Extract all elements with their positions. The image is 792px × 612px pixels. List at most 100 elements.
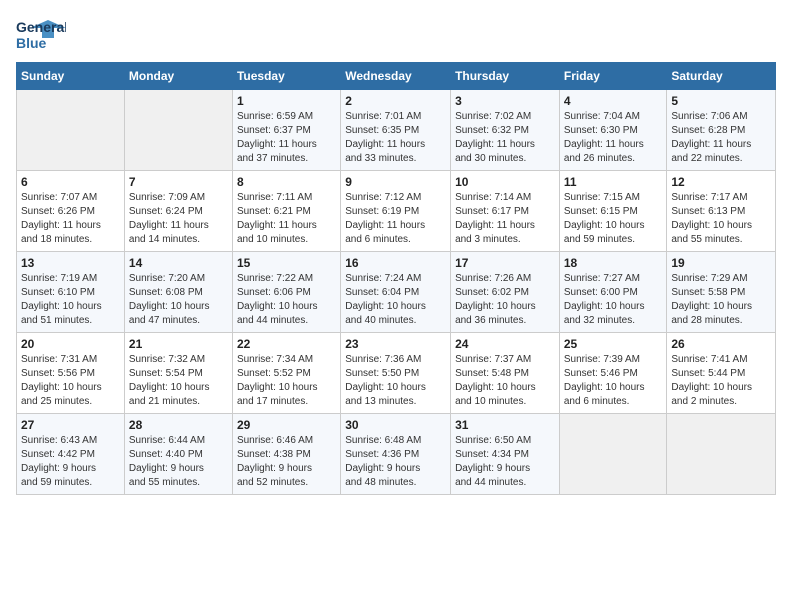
day-header-tuesday: Tuesday: [232, 63, 340, 90]
day-number: 23: [345, 337, 446, 351]
day-info: Sunrise: 7:19 AM Sunset: 6:10 PM Dayligh…: [21, 272, 120, 328]
day-info: Sunrise: 7:20 AM Sunset: 6:08 PM Dayligh…: [129, 272, 228, 328]
day-number: 14: [129, 256, 228, 270]
day-info: Sunrise: 6:43 AM Sunset: 4:42 PM Dayligh…: [21, 434, 120, 490]
day-info: Sunrise: 7:02 AM Sunset: 6:32 PM Dayligh…: [455, 110, 555, 166]
day-number: 1: [237, 94, 336, 108]
day-info: Sunrise: 7:37 AM Sunset: 5:48 PM Dayligh…: [455, 353, 555, 409]
calendar-cell: [559, 414, 667, 495]
calendar-cell: 31 Sunrise: 6:50 AM Sunset: 4:34 PM Dayli…: [451, 414, 560, 495]
day-info: Sunrise: 6:50 AM Sunset: 4:34 PM Dayligh…: [455, 434, 555, 490]
day-info: Sunrise: 7:29 AM Sunset: 5:58 PM Dayligh…: [671, 272, 771, 328]
calendar-cell: 29 Sunrise: 6:46 AM Sunset: 4:38 PM Dayli…: [232, 414, 340, 495]
day-number: 25: [564, 337, 663, 351]
day-info: Sunrise: 7:26 AM Sunset: 6:02 PM Dayligh…: [455, 272, 555, 328]
calendar-cell: 11 Sunrise: 7:15 AM Sunset: 6:15 PM Dayli…: [559, 171, 667, 252]
logo: GeneralBlue: [16, 16, 66, 54]
svg-text:Blue: Blue: [16, 35, 47, 51]
day-info: Sunrise: 7:39 AM Sunset: 5:46 PM Dayligh…: [564, 353, 663, 409]
calendar-cell: 6 Sunrise: 7:07 AM Sunset: 6:26 PM Daylig…: [17, 171, 125, 252]
day-info: Sunrise: 7:34 AM Sunset: 5:52 PM Dayligh…: [237, 353, 336, 409]
logo-svg: GeneralBlue: [16, 16, 66, 54]
day-number: 17: [455, 256, 555, 270]
day-number: 11: [564, 175, 663, 189]
days-header-row: SundayMondayTuesdayWednesdayThursdayFrid…: [17, 63, 776, 90]
calendar-cell: 27 Sunrise: 6:43 AM Sunset: 4:42 PM Dayli…: [17, 414, 125, 495]
calendar-cell: 25 Sunrise: 7:39 AM Sunset: 5:46 PM Dayli…: [559, 333, 667, 414]
day-number: 5: [671, 94, 771, 108]
day-number: 28: [129, 418, 228, 432]
calendar-cell: [124, 90, 232, 171]
day-number: 10: [455, 175, 555, 189]
calendar-cell: 21 Sunrise: 7:32 AM Sunset: 5:54 PM Dayli…: [124, 333, 232, 414]
calendar-cell: 12Sunrise: 7:17 AM Sunset: 6:13 PM Dayli…: [667, 171, 776, 252]
day-info: Sunrise: 7:22 AM Sunset: 6:06 PM Dayligh…: [237, 272, 336, 328]
calendar-cell: 19 Sunrise: 7:29 AM Sunset: 5:58 PM Dayli…: [667, 252, 776, 333]
day-info: Sunrise: 7:01 AM Sunset: 6:35 PM Dayligh…: [345, 110, 446, 166]
day-info: Sunrise: 7:31 AM Sunset: 5:56 PM Dayligh…: [21, 353, 120, 409]
calendar-cell: 30 Sunrise: 6:48 AM Sunset: 4:36 PM Dayli…: [341, 414, 451, 495]
day-number: 27: [21, 418, 120, 432]
svg-text:General: General: [16, 19, 66, 35]
calendar-cell: 15 Sunrise: 7:22 AM Sunset: 6:06 PM Dayli…: [232, 252, 340, 333]
day-info: Sunrise: 7:36 AM Sunset: 5:50 PM Dayligh…: [345, 353, 446, 409]
day-number: 26: [671, 337, 771, 351]
calendar-cell: 17 Sunrise: 7:26 AM Sunset: 6:02 PM Dayli…: [451, 252, 560, 333]
day-info: Sunrise: 7:32 AM Sunset: 5:54 PM Dayligh…: [129, 353, 228, 409]
calendar-cell: 9Sunrise: 7:12 AM Sunset: 6:19 PM Daylig…: [341, 171, 451, 252]
day-info: Sunrise: 7:06 AM Sunset: 6:28 PM Dayligh…: [671, 110, 771, 166]
day-number: 24: [455, 337, 555, 351]
week-row-1: 1 Sunrise: 6:59 AM Sunset: 6:37 PM Daylig…: [17, 90, 776, 171]
day-info: Sunrise: 6:59 AM Sunset: 6:37 PM Dayligh…: [237, 110, 336, 166]
day-number: 29: [237, 418, 336, 432]
calendar-cell: 10Sunrise: 7:14 AM Sunset: 6:17 PM Dayli…: [451, 171, 560, 252]
calendar-cell: [667, 414, 776, 495]
calendar-cell: [17, 90, 125, 171]
day-number: 13: [21, 256, 120, 270]
calendar-cell: 28 Sunrise: 6:44 AM Sunset: 4:40 PM Dayli…: [124, 414, 232, 495]
day-info: Sunrise: 7:27 AM Sunset: 6:00 PM Dayligh…: [564, 272, 663, 328]
day-info: Sunrise: 7:15 AM Sunset: 6:15 PM Dayligh…: [564, 191, 663, 247]
day-number: 8: [237, 175, 336, 189]
day-info: Sunrise: 7:17 AM Sunset: 6:13 PM Dayligh…: [671, 191, 771, 247]
calendar-cell: 20 Sunrise: 7:31 AM Sunset: 5:56 PM Dayli…: [17, 333, 125, 414]
day-header-monday: Monday: [124, 63, 232, 90]
day-header-saturday: Saturday: [667, 63, 776, 90]
day-number: 21: [129, 337, 228, 351]
week-row-4: 20 Sunrise: 7:31 AM Sunset: 5:56 PM Dayli…: [17, 333, 776, 414]
day-info: Sunrise: 6:48 AM Sunset: 4:36 PM Dayligh…: [345, 434, 446, 490]
calendar-cell: 16Sunrise: 7:24 AM Sunset: 6:04 PM Dayli…: [341, 252, 451, 333]
calendar-cell: 18 Sunrise: 7:27 AM Sunset: 6:00 PM Dayli…: [559, 252, 667, 333]
day-number: 6: [21, 175, 120, 189]
day-info: Sunrise: 6:44 AM Sunset: 4:40 PM Dayligh…: [129, 434, 228, 490]
day-number: 2: [345, 94, 446, 108]
calendar-cell: 26 Sunrise: 7:41 AM Sunset: 5:44 PM Dayli…: [667, 333, 776, 414]
day-header-wednesday: Wednesday: [341, 63, 451, 90]
day-info: Sunrise: 6:46 AM Sunset: 4:38 PM Dayligh…: [237, 434, 336, 490]
calendar-cell: 23 Sunrise: 7:36 AM Sunset: 5:50 PM Dayli…: [341, 333, 451, 414]
day-info: Sunrise: 7:12 AM Sunset: 6:19 PM Dayligh…: [345, 191, 446, 247]
day-info: Sunrise: 7:24 AM Sunset: 6:04 PM Dayligh…: [345, 272, 446, 328]
calendar-cell: 2 Sunrise: 7:01 AM Sunset: 6:35 PM Daylig…: [341, 90, 451, 171]
day-number: 7: [129, 175, 228, 189]
day-number: 31: [455, 418, 555, 432]
day-number: 30: [345, 418, 446, 432]
day-number: 18: [564, 256, 663, 270]
day-info: Sunrise: 7:41 AM Sunset: 5:44 PM Dayligh…: [671, 353, 771, 409]
calendar-cell: 1 Sunrise: 6:59 AM Sunset: 6:37 PM Daylig…: [232, 90, 340, 171]
calendar-cell: 24 Sunrise: 7:37 AM Sunset: 5:48 PM Dayli…: [451, 333, 560, 414]
calendar-cell: 13 Sunrise: 7:19 AM Sunset: 6:10 PM Dayli…: [17, 252, 125, 333]
day-number: 3: [455, 94, 555, 108]
day-info: Sunrise: 7:07 AM Sunset: 6:26 PM Dayligh…: [21, 191, 120, 247]
week-row-2: 6 Sunrise: 7:07 AM Sunset: 6:26 PM Daylig…: [17, 171, 776, 252]
calendar-table: SundayMondayTuesdayWednesdayThursdayFrid…: [16, 62, 776, 495]
calendar-cell: 7Sunrise: 7:09 AM Sunset: 6:24 PM Daylig…: [124, 171, 232, 252]
day-number: 20: [21, 337, 120, 351]
day-number: 19: [671, 256, 771, 270]
week-row-3: 13 Sunrise: 7:19 AM Sunset: 6:10 PM Dayli…: [17, 252, 776, 333]
day-number: 22: [237, 337, 336, 351]
day-number: 15: [237, 256, 336, 270]
calendar-cell: 5 Sunrise: 7:06 AM Sunset: 6:28 PM Daylig…: [667, 90, 776, 171]
calendar-cell: 3 Sunrise: 7:02 AM Sunset: 6:32 PM Daylig…: [451, 90, 560, 171]
day-header-thursday: Thursday: [451, 63, 560, 90]
